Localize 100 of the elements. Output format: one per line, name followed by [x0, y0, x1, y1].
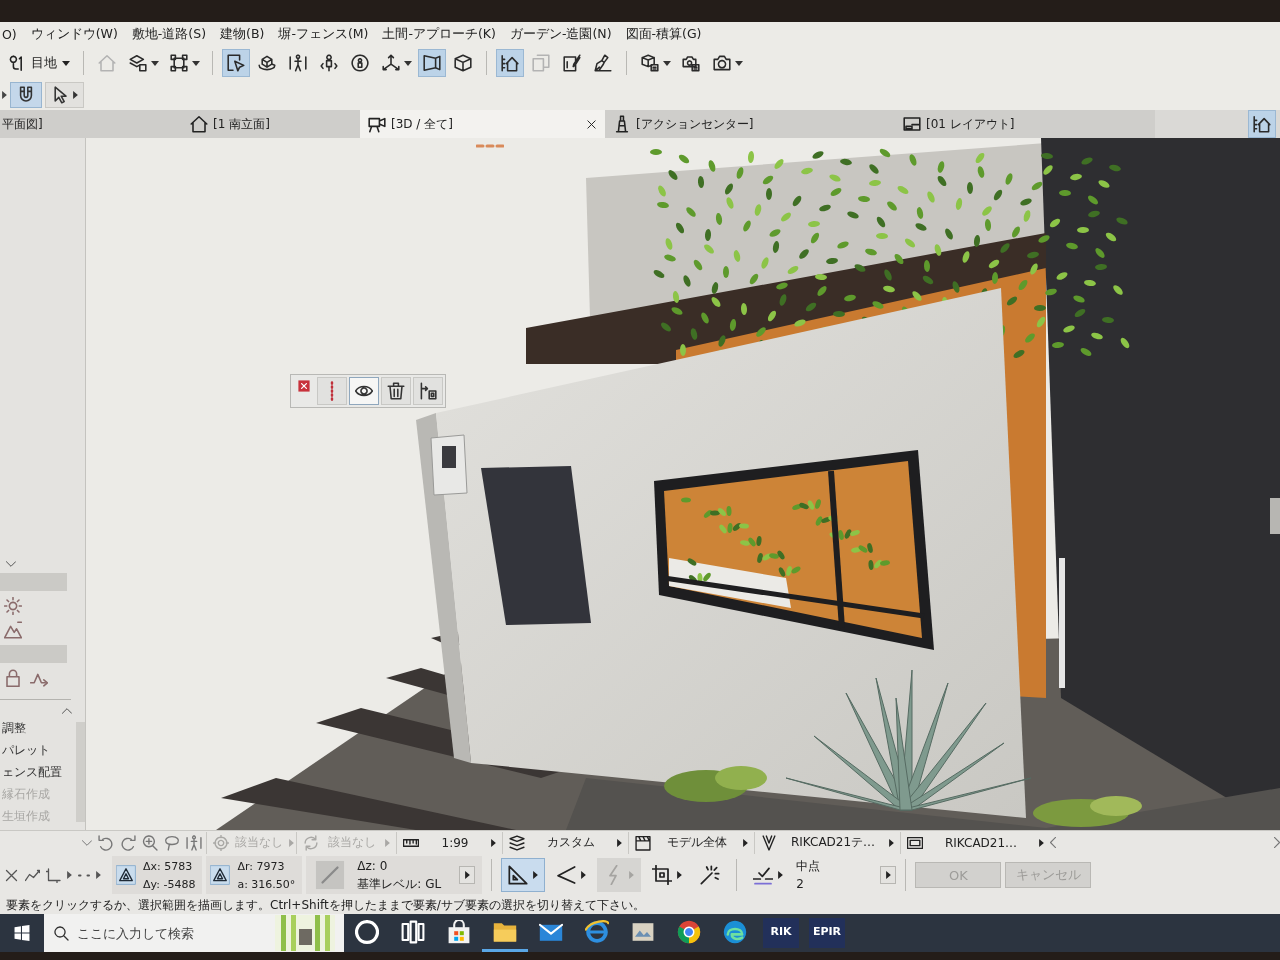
menu-item[interactable]: 図面-積算(G)	[625, 25, 702, 43]
view-setting-dropdown[interactable]: RIKCAD21…	[900, 831, 1050, 854]
zoom-in-icon[interactable]	[142, 834, 158, 851]
caret-right-icon	[385, 838, 390, 847]
zigzag-line-icon[interactable]	[25, 867, 40, 883]
arrow-cursor-icon	[227, 54, 245, 72]
view-tab[interactable]: [3D / 全て]	[360, 110, 605, 138]
undo-arrow-icon[interactable]	[98, 834, 114, 851]
corner-frame-icon[interactable]	[46, 867, 61, 883]
perspective-box-button[interactable]	[418, 49, 446, 77]
search-field[interactable]: ここに入力して検索	[77, 921, 267, 945]
target-icon	[213, 834, 229, 851]
caret-right-icon	[491, 838, 496, 847]
two-dots-icon[interactable]	[78, 873, 90, 877]
layout-sheet-icon	[903, 115, 921, 133]
camera-icon	[713, 54, 731, 72]
search-box[interactable]: ここに入力して検索	[44, 914, 344, 952]
pencil-board-icon	[563, 54, 581, 72]
dash-line-icon	[476, 144, 504, 148]
view-tab[interactable]: 平面図]	[0, 110, 150, 138]
close-x-icon	[586, 118, 597, 130]
windows-logo-icon	[14, 925, 30, 941]
view-setting-dropdown[interactable]: 1:99	[396, 831, 502, 854]
delta-icon[interactable]	[116, 862, 136, 888]
caret-right-icon	[1039, 838, 1044, 847]
redo-arrow-icon[interactable]	[120, 834, 136, 851]
menu-item[interactable]: ガーデン-造園(N)	[509, 25, 612, 43]
taskbar-app-button[interactable]: RIK	[763, 918, 799, 948]
view-tab[interactable]: [アクションセンター]	[605, 110, 895, 138]
collapse-handle[interactable]	[1270, 498, 1280, 534]
padlock-icon[interactable]	[4, 669, 22, 687]
menu-item[interactable]: O)	[2, 26, 17, 42]
dimension-marker-button[interactable]	[413, 377, 443, 405]
caret-right-icon[interactable]	[96, 871, 101, 879]
mountain-icon[interactable]	[4, 621, 22, 639]
house-elevation-button[interactable]	[496, 49, 524, 77]
close-tab-button[interactable]	[586, 118, 597, 130]
rotating-cube-icon	[258, 54, 276, 72]
eye-button[interactable]	[349, 377, 379, 405]
menu-item[interactable]: 敷地-道路(S)	[131, 25, 207, 43]
brush-icon	[594, 54, 612, 72]
trash-can-icon	[387, 382, 405, 400]
dimension-marker-icon	[419, 382, 437, 400]
caret-right-icon	[617, 838, 622, 847]
panel-list-item[interactable]: ェンス配置	[0, 764, 74, 780]
scrollbar[interactable]	[76, 722, 85, 822]
magnet-button[interactable]	[10, 82, 42, 108]
menu-item[interactable]: 土間-アプローチ(K)	[382, 25, 496, 43]
view-tab[interactable]: [01 レイアウト]	[895, 110, 1155, 138]
panel-list-item[interactable]: 調整	[0, 720, 74, 736]
coordinate-value: Δz: 0	[357, 858, 389, 874]
view-setting-dropdown[interactable]: モデル全体	[628, 831, 754, 854]
delta-icon[interactable]	[210, 862, 231, 888]
coordinate-value: a: 316.50°	[237, 876, 296, 892]
caret-right-icon[interactable]	[67, 871, 72, 879]
coordinate-value: Δx: 5783	[143, 858, 194, 874]
panel-list-item[interactable]: パレット	[0, 742, 74, 758]
angle-mark-icon	[556, 865, 577, 885]
caret-right-icon	[73, 91, 78, 99]
set-square-button[interactable]	[501, 858, 546, 892]
reference-level: 基準レベル: GL	[357, 876, 442, 892]
caret-right-icon[interactable]	[2, 91, 7, 99]
magnet-icon	[17, 86, 35, 104]
sun-icon[interactable]	[4, 597, 22, 615]
trash-can-button[interactable]	[381, 377, 411, 405]
close-x-icon[interactable]	[4, 867, 19, 883]
chevron-down-icon[interactable]	[6, 561, 16, 567]
snap-label: 中点	[796, 858, 821, 874]
menu-item[interactable]: 塀-フェンス(M)	[278, 25, 369, 43]
caret-right-icon	[464, 871, 470, 879]
view-setting-dropdown[interactable]: カスタム	[502, 831, 628, 854]
view-setting-dropdown[interactable]: RIKCAD21テ…	[754, 831, 900, 854]
menu-item[interactable]: ウィンドウ(W)	[30, 25, 118, 43]
video-camera-icon	[368, 115, 386, 133]
chevron-up-icon[interactable]	[62, 708, 72, 714]
midpoint-snap-icon	[753, 865, 774, 885]
caret-right-icon	[533, 871, 539, 879]
coordinate-value: Δr: 7973	[237, 858, 286, 874]
arrow-pointer-button[interactable]	[45, 82, 84, 108]
chevron-right-icon[interactable]	[1274, 837, 1280, 848]
menu-item[interactable]: 建物(B)	[220, 25, 265, 43]
arrow-pointer-icon	[51, 86, 69, 104]
view-tab[interactable]: [1 南立面]	[150, 110, 360, 138]
layer-dropdown[interactable]: 目地	[4, 50, 74, 76]
bamboo-picture	[275, 915, 335, 951]
chevron-left-icon[interactable]	[1050, 837, 1056, 848]
caret-right-icon	[289, 838, 294, 847]
rotate-arrows-icon	[303, 834, 319, 851]
house-elevation-button[interactable]	[1248, 110, 1276, 138]
taskbar-app-button[interactable]: EPIR	[809, 918, 845, 948]
cube-list-icon	[641, 54, 659, 72]
close-tile-icon	[298, 380, 310, 392]
walking-person-icon[interactable]	[186, 834, 202, 851]
dotted-line-button[interactable]	[317, 377, 347, 405]
level-menu-button[interactable]	[459, 866, 476, 884]
coordinate-value: Δy: -5488	[143, 876, 196, 892]
arrow-cursor-button[interactable]	[222, 49, 250, 77]
snap-menu-button[interactable]	[880, 866, 897, 884]
lasso-icon[interactable]	[164, 834, 180, 851]
caret-right-icon	[778, 871, 784, 879]
